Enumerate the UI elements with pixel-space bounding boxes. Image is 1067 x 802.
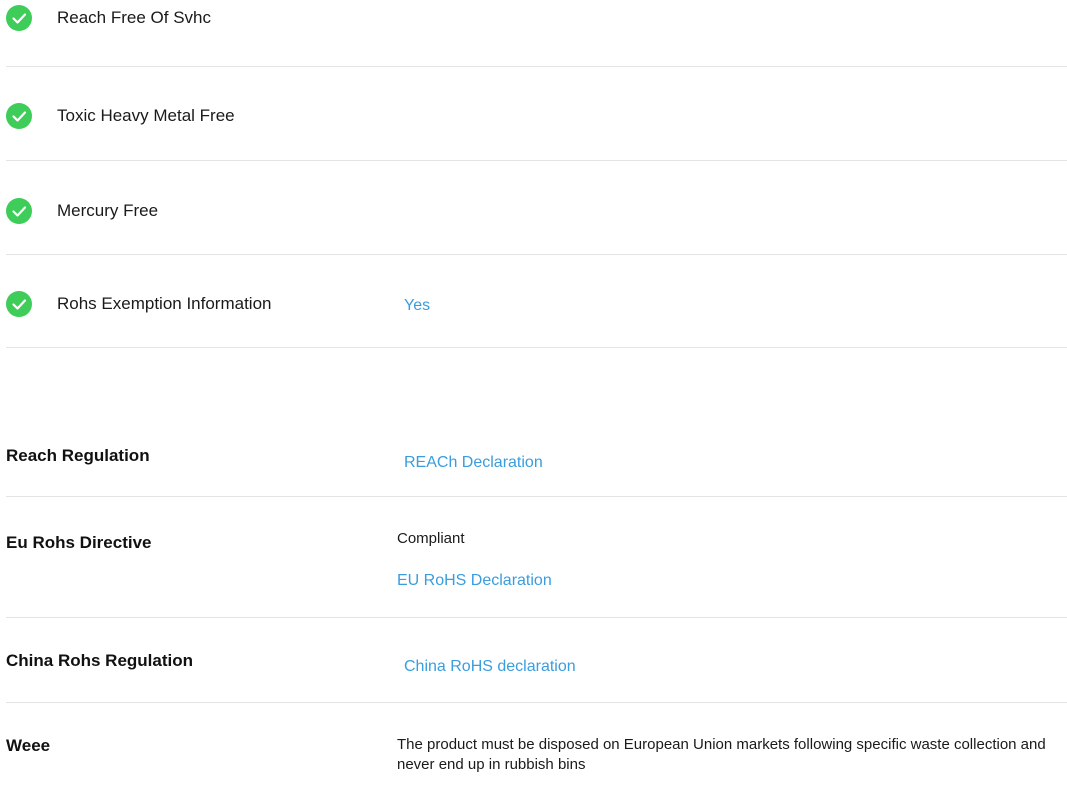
divider (6, 347, 1067, 348)
checkmark-circle-icon (6, 198, 32, 224)
divider (6, 254, 1067, 255)
divider (6, 702, 1067, 703)
check-label: Mercury Free (57, 201, 159, 220)
divider (6, 66, 1067, 67)
eu-rohs-declaration-link[interactable]: EU RoHS Declaration (397, 571, 552, 591)
check-label: Toxic Heavy Metal Free (57, 106, 235, 125)
check-label: Rohs Exemption Information (57, 294, 272, 313)
reach-regulation-label: Reach Regulation (6, 446, 150, 465)
checkmark-circle-icon (6, 103, 32, 129)
checkmark-circle-icon (6, 5, 32, 31)
divider (6, 496, 1067, 497)
rohs-exemption-value: Yes (404, 297, 431, 314)
china-rohs-declaration-link[interactable]: China RoHS declaration (404, 657, 576, 677)
weee-description: The product must be disposed on European… (397, 736, 1046, 773)
reach-declaration-link[interactable]: REACh Declaration (404, 453, 543, 473)
china-rohs-regulation-label: China Rohs Regulation (6, 651, 193, 670)
divider (6, 160, 1067, 161)
weee-label: Weee (6, 736, 51, 755)
check-row-mercury: Mercury Free (0, 193, 1067, 287)
check-row-toxic-metal: Toxic Heavy Metal Free (0, 98, 1067, 192)
check-row-rohs-exemption: Rohs Exemption Information Yes (0, 286, 1067, 380)
check-label: Reach Free Of Svhc (57, 8, 212, 27)
eu-rohs-status: Compliant (397, 530, 465, 547)
eu-rohs-directive-label: Eu Rohs Directive (6, 533, 152, 552)
divider (6, 617, 1067, 618)
checkmark-circle-icon (6, 291, 32, 317)
check-row-reach-svhc: Reach Free Of Svhc (0, 0, 1067, 94)
